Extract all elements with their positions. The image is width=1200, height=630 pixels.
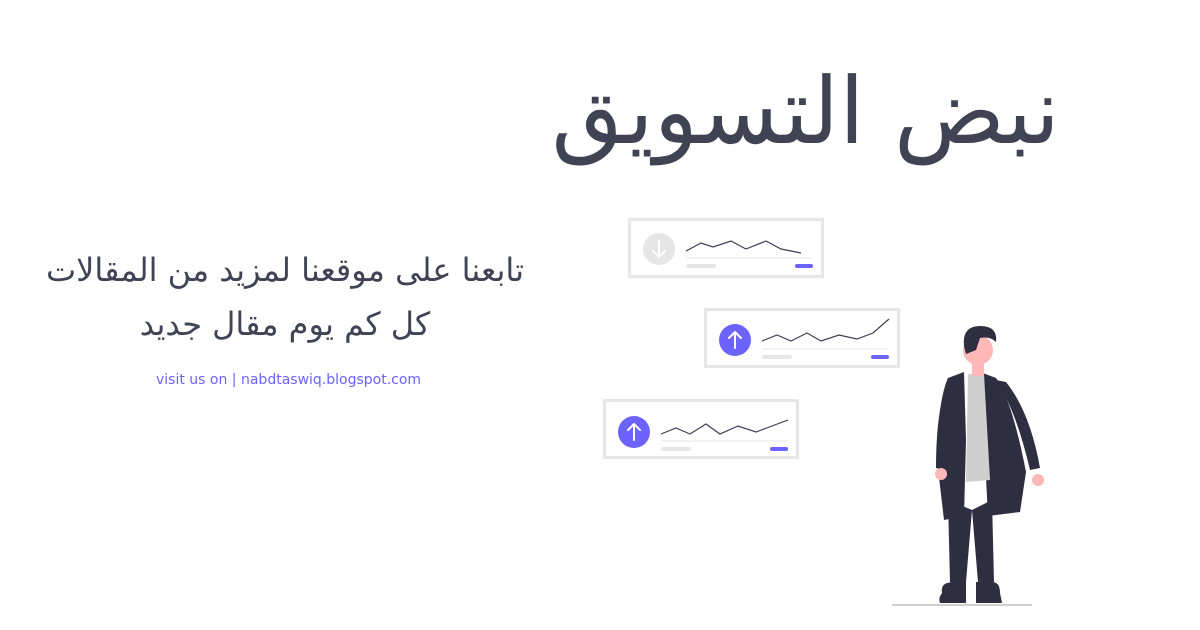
subtitle-message: تابعنا على موقعنا لمزيد من المقالات كل ك…	[10, 243, 560, 351]
subtitle-line-2: كل كم يوم مقال جديد	[139, 305, 431, 343]
chart-card-graphic	[719, 318, 890, 359]
page-title: نبض التسويق	[551, 58, 1060, 165]
chart-card-graphic	[643, 233, 813, 268]
chart-card-up-1	[704, 308, 900, 368]
blog-link[interactable]: nabdtaswiq.blogspot.com	[241, 372, 421, 388]
chart-card-down	[628, 218, 824, 278]
chart-card-graphic	[618, 416, 789, 451]
subtitle-line-1: تابعنا على موقعنا لمزيد من المقالات	[46, 251, 524, 289]
person-illustration	[892, 326, 1044, 606]
chart-card-up-2	[603, 399, 799, 459]
visit-text: visit us on | nabdtaswiq.blogspot.com	[156, 372, 421, 388]
visit-prefix: visit us on |	[156, 372, 241, 388]
